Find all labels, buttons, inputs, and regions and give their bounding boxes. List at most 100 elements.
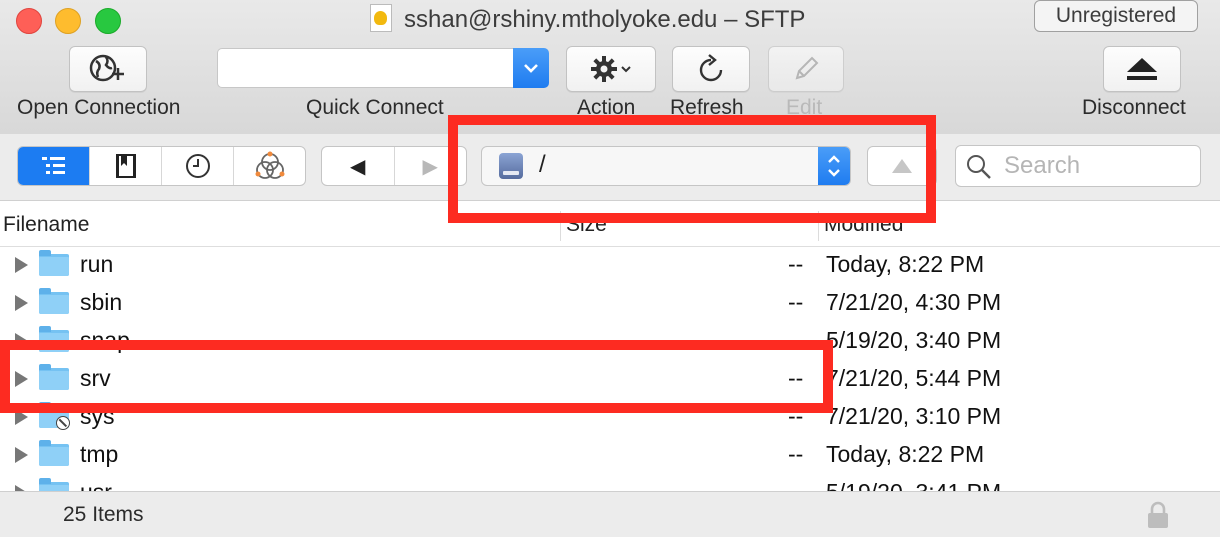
disclosure-triangle-icon[interactable]	[15, 295, 28, 311]
folder-icon	[39, 364, 69, 390]
clock-icon	[185, 154, 210, 178]
bookmarks-view-button[interactable]	[90, 147, 162, 185]
unregistered-button[interactable]: Unregistered	[1034, 0, 1198, 32]
chevron-down-icon	[621, 66, 631, 73]
close-window-button[interactable]	[16, 8, 42, 34]
navigation-bar: ◀ ▶ /	[0, 134, 1220, 201]
file-name: run	[80, 251, 114, 277]
file-size: --	[788, 327, 804, 353]
column-header-filename[interactable]: Filename	[3, 213, 89, 237]
file-size: --	[788, 403, 804, 429]
column-header-modified[interactable]: Modified	[824, 213, 903, 237]
disclosure-triangle-icon[interactable]	[15, 257, 28, 273]
table-row[interactable]: sys -- 7/21/20, 3:10 PM	[0, 399, 1220, 437]
up-down-chevron-icon	[828, 155, 840, 177]
disclosure-triangle-icon[interactable]	[15, 447, 28, 463]
folder-icon	[39, 440, 69, 466]
disclosure-triangle-icon[interactable]	[15, 409, 28, 425]
path-selector[interactable]: /	[481, 146, 851, 186]
bonjour-view-button[interactable]	[234, 147, 305, 185]
file-name: sys	[80, 403, 115, 429]
file-modified: Today, 8:22 PM	[826, 251, 985, 277]
table-header: Filename ^ Size Modified	[0, 201, 1220, 247]
column-divider[interactable]	[818, 211, 819, 241]
quick-connect-dropdown[interactable]	[513, 48, 549, 88]
file-modified: 7/21/20, 5:44 PM	[826, 365, 1002, 391]
current-path: /	[539, 151, 546, 178]
folder-icon	[39, 250, 69, 276]
open-connection-button[interactable]	[69, 46, 147, 92]
file-size: --	[788, 251, 804, 277]
file-modified: 7/21/20, 4:30 PM	[826, 289, 1002, 315]
search-box	[955, 145, 1201, 187]
file-modified: 7/21/20, 3:10 PM	[826, 403, 1002, 429]
history-navigation: ◀ ▶	[321, 146, 467, 186]
edit-label: Edit	[786, 96, 823, 119]
minimize-window-button[interactable]	[55, 8, 81, 34]
view-mode-segmented-control	[17, 146, 306, 186]
refresh-label: Refresh	[670, 96, 744, 119]
file-name: sbin	[80, 289, 123, 315]
file-name: usr	[80, 479, 112, 491]
sort-ascending-icon: ^	[537, 215, 545, 232]
zoom-window-button[interactable]	[95, 8, 121, 34]
file-name: snap	[80, 327, 130, 353]
disclosure-triangle-icon[interactable]	[15, 333, 28, 349]
table-row[interactable]: run -- Today, 8:22 PM	[0, 247, 1220, 285]
file-size: --	[788, 479, 803, 491]
folder-icon	[39, 326, 69, 352]
table-row[interactable]: sbin -- 7/21/20, 4:30 PM	[0, 285, 1220, 323]
eject-icon	[1127, 58, 1157, 80]
table-row[interactable]: snap -- 5/19/20, 3:40 PM	[0, 323, 1220, 361]
outline-list-icon	[41, 157, 65, 174]
history-view-button[interactable]	[162, 147, 234, 185]
file-modified: Today, 8:22 PM	[826, 441, 985, 467]
action-button[interactable]	[566, 46, 656, 92]
back-button[interactable]: ◀	[322, 147, 395, 185]
file-browser-table: Filename ^ Size Modified run -- Today, 8…	[0, 201, 1220, 491]
disclosure-triangle-icon[interactable]	[15, 371, 28, 387]
bonjour-icon	[255, 151, 284, 179]
table-row[interactable]: usr -- 5/19/20, 3:41 PM	[0, 475, 1220, 491]
disconnect-button[interactable]	[1103, 46, 1181, 92]
column-header-size[interactable]: Size	[566, 213, 607, 237]
action-label: Action	[577, 96, 636, 119]
refresh-button[interactable]	[672, 46, 750, 92]
item-count: 25 Items	[63, 503, 144, 526]
file-name: srv	[80, 365, 111, 391]
file-size: --	[788, 441, 804, 467]
path-stepper[interactable]	[818, 147, 850, 185]
up-triangle-icon	[892, 159, 912, 173]
browser-view-button[interactable]	[18, 147, 90, 185]
quick-connect-field[interactable]	[217, 48, 514, 88]
chevron-down-icon	[524, 64, 538, 73]
no-access-badge-icon	[56, 416, 70, 430]
window-title-text: sshan@rshiny.mtholyoke.edu – SFTP	[404, 6, 806, 33]
column-divider[interactable]	[560, 211, 561, 241]
file-size: --	[788, 365, 804, 391]
table-row[interactable]: srv -- 7/21/20, 5:44 PM	[0, 361, 1220, 399]
disk-icon	[499, 153, 523, 179]
globe-plus-icon	[89, 54, 124, 82]
duck-document-icon	[370, 4, 392, 32]
search-input[interactable]	[1002, 150, 1196, 182]
search-icon	[967, 155, 991, 179]
file-modified: 5/19/20, 3:40 PM	[826, 327, 1002, 353]
lock-icon	[1148, 501, 1168, 528]
file-name: tmp	[80, 441, 119, 467]
window-toolbar: sshan@rshiny.mtholyoke.edu – SFTP Unregi…	[0, 0, 1220, 135]
quick-connect-label: Quick Connect	[306, 96, 444, 119]
status-bar: 25 Items	[0, 491, 1220, 537]
gear-icon	[591, 56, 617, 82]
file-size: --	[788, 289, 804, 315]
table-row[interactable]: tmp -- Today, 8:22 PM	[0, 437, 1220, 475]
parent-directory-button[interactable]	[867, 146, 937, 186]
pencil-icon	[795, 56, 819, 80]
forward-button[interactable]: ▶	[395, 147, 467, 185]
edit-button[interactable]	[768, 46, 844, 92]
folder-icon	[39, 288, 69, 314]
folder-icon	[39, 478, 69, 491]
file-modified: 5/19/20, 3:41 PM	[826, 479, 1001, 491]
open-connection-label: Open Connection	[17, 96, 181, 119]
disconnect-label: Disconnect	[1082, 96, 1186, 119]
